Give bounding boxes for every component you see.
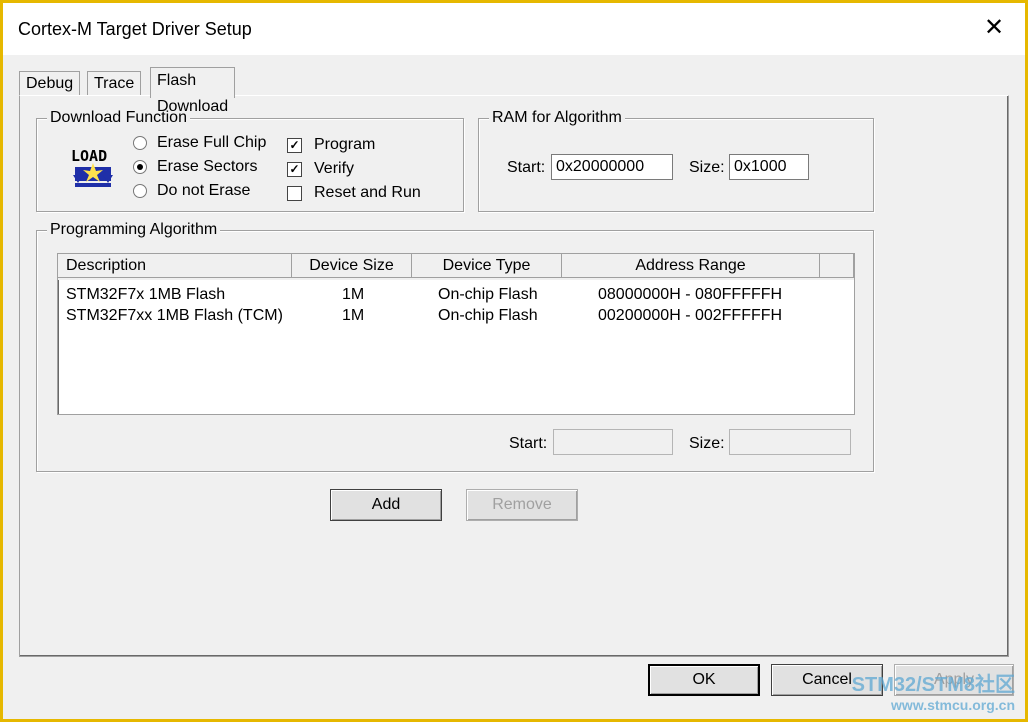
watermark-line1: STM32/STM8社区 [851,674,1015,696]
ram-for-algorithm-group: RAM for Algorithm Start: Size: [478,109,874,212]
checkbox-program-box[interactable]: ✓ [287,137,302,153]
load-icon: LOAD [71,147,113,187]
ram-size-input[interactable] [729,154,809,180]
add-button[interactable]: Add [330,489,442,521]
row-device-type: On-chip Flash [438,286,538,303]
close-icon[interactable]: ✕ [979,13,1009,43]
row-description: STM32F7xx 1MB Flash (TCM) [66,307,283,324]
programming-algorithm-legend: Programming Algorithm [47,221,221,239]
radio-do-not-erase-dot[interactable] [133,184,147,198]
ram-for-algorithm-legend: RAM for Algorithm [489,109,625,127]
load-icon-text: LOAD [71,147,107,165]
tab-flash-download[interactable]: Flash Download [150,67,236,115]
column-address-range[interactable]: Address Range [562,254,820,278]
checkbox-verify-label: Verify [314,160,355,177]
watermark-line2: www.stmcu.org.cn [891,697,1015,713]
radio-erase-sectors-dot[interactable] [133,160,147,174]
dialog-window: Cortex-M Target Driver Setup ✕ Debug Tra… [0,0,1028,722]
row-description: STM32F7x 1MB Flash [66,286,226,303]
radio-erase-full-chip-dot[interactable] [133,136,147,150]
checkbox-reset-and-run-label: Reset and Run [314,184,421,201]
checkbox-verify[interactable]: ✓ Verify [287,160,354,178]
checkbox-reset-and-run[interactable]: Reset and Run [287,184,421,202]
programming-algorithm-group: Programming Algorithm Description Device… [36,221,874,472]
radio-erase-full-chip[interactable]: Erase Full Chip [133,134,266,152]
algorithm-list-header: Description Device Size Device Type Addr… [58,254,854,280]
radio-erase-full-chip-label: Erase Full Chip [157,134,267,151]
download-function-group: Download Function LOAD Erase Full Chip E… [36,109,464,212]
row-device-type: On-chip Flash [438,307,538,324]
row-device-size: 1M [342,307,365,324]
algorithm-size-label: Size: [689,435,725,452]
checkbox-verify-box[interactable]: ✓ [287,161,302,177]
checkbox-program[interactable]: ✓ Program [287,136,375,154]
row-address-range: 00200000H - 002FFFFFH [598,307,783,324]
column-description[interactable]: Description [58,254,292,278]
algorithm-start-label: Start: [509,435,548,452]
title-bar[interactable]: Cortex-M Target Driver Setup ✕ [3,3,1025,55]
ram-start-input[interactable] [551,154,673,180]
radio-do-not-erase[interactable]: Do not Erase [133,182,250,200]
algorithm-size-input[interactable] [729,429,851,455]
radio-erase-sectors[interactable]: Erase Sectors [133,158,257,176]
column-device-type[interactable]: Device Type [412,254,562,278]
table-row[interactable]: STM32F7xx 1MB Flash (TCM) 1M On-chip Fla… [58,305,854,326]
column-filler [820,254,854,278]
window-title: Cortex-M Target Driver Setup [18,19,252,39]
flash-download-panel: Download Function LOAD Erase Full Chip E… [19,95,1009,657]
column-device-size[interactable]: Device Size [292,254,412,278]
checkbox-program-label: Program [314,136,376,153]
remove-button[interactable]: Remove [466,489,578,521]
ok-button[interactable]: OK [648,664,760,696]
algorithm-start-input[interactable] [553,429,673,455]
row-device-size: 1M [342,286,365,303]
tab-debug[interactable]: Debug [19,71,81,96]
ram-size-label: Size: [689,159,725,176]
table-row[interactable]: STM32F7x 1MB Flash 1M On-chip Flash 0800… [58,284,854,305]
checkbox-reset-and-run-box[interactable] [287,185,302,201]
tab-trace[interactable]: Trace [87,71,142,96]
watermark: STM32/STM8社区 www.stmcu.org.cn [852,668,1015,713]
algorithm-list[interactable]: Description Device Size Device Type Addr… [57,253,855,415]
radio-erase-sectors-label: Erase Sectors [157,158,258,175]
row-address-range: 08000000H - 080FFFFFH [598,286,783,303]
radio-do-not-erase-label: Do not Erase [157,182,251,199]
ram-start-label: Start: [507,159,546,176]
